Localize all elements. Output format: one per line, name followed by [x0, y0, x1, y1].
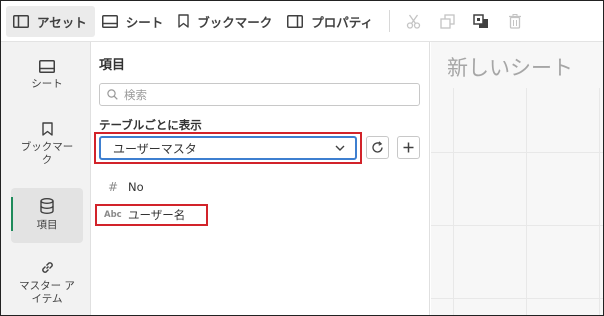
bookmark-icon [178, 14, 189, 28]
sheet-icon [101, 14, 118, 28]
sheets-button-label: シート [125, 14, 164, 30]
cut-icon [406, 14, 420, 29]
sheet-canvas[interactable]: 新しいシート [431, 42, 603, 315]
field-name: No [128, 180, 144, 194]
grid-line [453, 88, 454, 315]
bookmarks-button-label: ブックマーク [197, 14, 273, 30]
refresh-button[interactable] [366, 136, 389, 159]
copy-button[interactable] [430, 6, 464, 37]
assets-button[interactable]: アセット [6, 5, 95, 37]
sheet-icon [39, 60, 55, 73]
table-select[interactable]: ユーザーマスタ [99, 136, 357, 160]
top-toolbar: アセット シート ブックマーク プロパティ [1, 1, 603, 42]
app-window: アセット シート ブックマーク プロパティ シート ブックマーク 項目 マスター… [0, 0, 604, 316]
cut-button[interactable] [396, 6, 430, 37]
asset-nav-rail: シート ブックマーク 項目 マスター アイテム [1, 42, 91, 315]
active-item-indicator [11, 197, 13, 231]
grid-line [431, 152, 603, 153]
rail-item-sheet-label: シート [31, 78, 63, 90]
grid-line [526, 88, 527, 315]
table-select-value: ユーザーマスタ [113, 141, 197, 156]
paste-button[interactable] [464, 6, 498, 37]
rail-item-sheet[interactable]: シート [11, 60, 83, 100]
rail-item-fields-label: 項目 [36, 219, 58, 231]
rail-item-bookmark[interactable]: ブックマーク [11, 122, 83, 172]
sheet-title: 新しいシート [447, 56, 573, 80]
fields-panel: 項目 検索 テーブルごとに表示 ユーザーマスタ # No Abc ユーザー名 [92, 42, 430, 315]
grid-line [599, 88, 600, 315]
plus-icon [403, 142, 414, 153]
grid-line [431, 298, 603, 299]
add-button[interactable] [397, 136, 420, 159]
copy-icon [439, 13, 455, 29]
field-item[interactable]: # No [104, 180, 144, 194]
rail-item-fields[interactable]: 項目 [11, 188, 83, 243]
sheets-button[interactable]: シート [95, 6, 172, 37]
table-select-label: テーブルごとに表示 [99, 118, 202, 132]
field-name: ユーザー名 [128, 208, 186, 222]
search-icon [107, 89, 118, 100]
properties-button[interactable]: プロパティ [280, 6, 381, 37]
text-type-icon: Abc [104, 210, 122, 220]
toolbar-divider [389, 10, 391, 32]
field-item[interactable]: Abc ユーザー名 [104, 207, 185, 223]
delete-button[interactable] [498, 6, 532, 37]
assets-panel-icon [13, 14, 29, 28]
chevron-down-icon [335, 145, 345, 151]
assets-button-label: アセット [37, 14, 87, 30]
database-icon [40, 198, 54, 214]
panel-title: 項目 [99, 58, 126, 73]
properties-button-label: プロパティ [311, 14, 374, 30]
rail-item-master-items-label: マスター アイテム [19, 280, 75, 305]
rail-item-bookmark-label: ブックマーク [20, 141, 74, 166]
properties-panel-icon [287, 14, 304, 28]
trash-icon [509, 13, 522, 29]
bookmark-icon [41, 122, 53, 136]
bookmarks-button[interactable]: ブックマーク [171, 6, 280, 37]
paste-icon [473, 13, 489, 28]
refresh-icon [372, 141, 383, 153]
search-input[interactable]: 検索 [99, 83, 420, 106]
grid-line [431, 225, 603, 226]
rail-item-master-items[interactable]: マスター アイテム [11, 260, 83, 312]
link-icon [41, 262, 53, 273]
search-placeholder: 検索 [124, 87, 147, 102]
numeric-type-icon: # [108, 180, 119, 194]
